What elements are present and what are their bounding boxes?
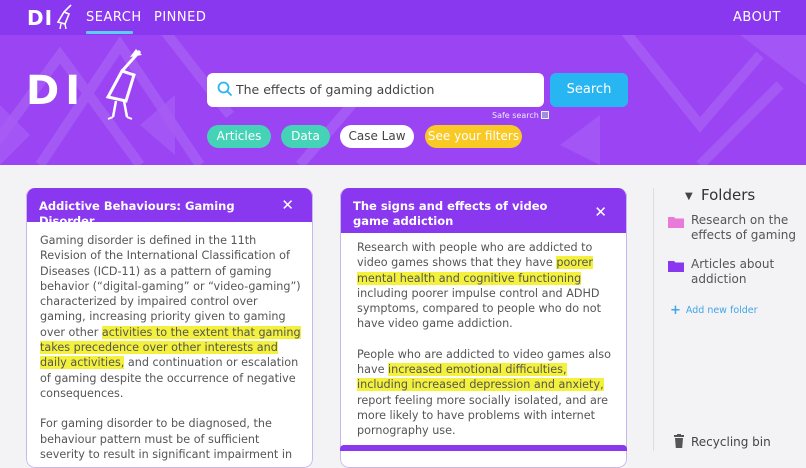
folders-title: Folders [701,186,756,204]
text-span: report feeling more socially isolated, a… [357,393,609,438]
folder-icon [668,217,684,228]
search-query: The effects of gaming addiction [236,82,435,97]
card-paragraph: Research with people who are addicted to… [357,240,615,332]
search-input[interactable]: The effects of gaming addiction [207,73,544,107]
card-title: Addictive Behaviours: Gaming Disorder [39,199,235,228]
nav-pinned-link[interactable]: PINNED [154,10,206,25]
card-paragraph: Gaming disorder is defined in the 11th R… [40,233,302,401]
close-icon[interactable]: ✕ [281,196,294,214]
recycling-bin-label: Recycling bin [691,435,771,449]
filter-chip-articles[interactable]: Articles [207,125,271,148]
nav-about-link[interactable]: ABOUT [733,10,781,25]
card-body: Research with people who are addicted to… [357,240,615,454]
card-body: Gaming disorder is defined in the 11th R… [40,233,302,468]
logo-big: DI [26,68,86,114]
plus-icon: + [670,303,681,318]
folder-label: Research on the effects of gaming [691,213,796,242]
filter-chip-case-law[interactable]: Case Law [340,125,414,148]
recycling-bin[interactable]: Recycling bin [673,434,771,449]
result-card: Addictive Behaviours: Gaming Disorder ✕ … [26,188,313,468]
logo-small[interactable]: DI [27,4,72,30]
result-card: The signs and effects of video game addi… [340,188,627,468]
folder-icon [668,261,684,272]
top-nav: DI SEARCH PINNED ABOUT [0,0,806,35]
search-button[interactable]: Search [550,73,628,107]
card-header: Addictive Behaviours: Gaming Disorder ✕ [26,188,313,228]
folder-label: Articles about addiction [691,257,775,286]
add-folder-label: Add new folder [685,305,758,316]
text-span: including poorer impulse control and ADH… [357,286,601,331]
card-title: The signs and effects of video game addi… [353,199,548,228]
card-header: The signs and effects of video game addi… [340,188,627,233]
card-paragraph: For gaming disorder to be diagnosed, the… [40,417,293,461]
safe-search-checkbox[interactable] [540,111,549,119]
search-icon [217,81,233,97]
safe-search-toggle[interactable]: Safe search [492,111,549,120]
highlighted-text[interactable]: increased emotional difficulties, includ… [357,363,604,392]
scribe-bird-icon [56,4,72,30]
close-icon[interactable]: ✕ [594,203,607,221]
nav-search-link[interactable]: SEARCH [86,10,142,25]
search-hero: DI The effects of gaming addiction Searc… [0,35,806,165]
add-folder-button[interactable]: + Add new folder [670,303,758,318]
logo-small-text: DI [27,6,54,30]
trash-icon [674,434,684,448]
collapse-caret-icon[interactable]: ▼ [685,191,693,202]
scribe-bird-large-icon [105,49,142,120]
filter-chip-data[interactable]: Data [281,125,330,148]
active-tab-indicator [86,31,133,34]
card-paragraph: People who are addicted to video games a… [357,347,615,439]
text-span: Gaming disorder is defined in the 11th R… [40,234,301,339]
safe-search-label: Safe search [492,111,539,120]
see-filters-button[interactable]: See your filters [425,125,522,148]
logo-big-text: DI [26,68,87,114]
next-card-header [340,445,627,451]
sidebar-divider [653,188,654,451]
